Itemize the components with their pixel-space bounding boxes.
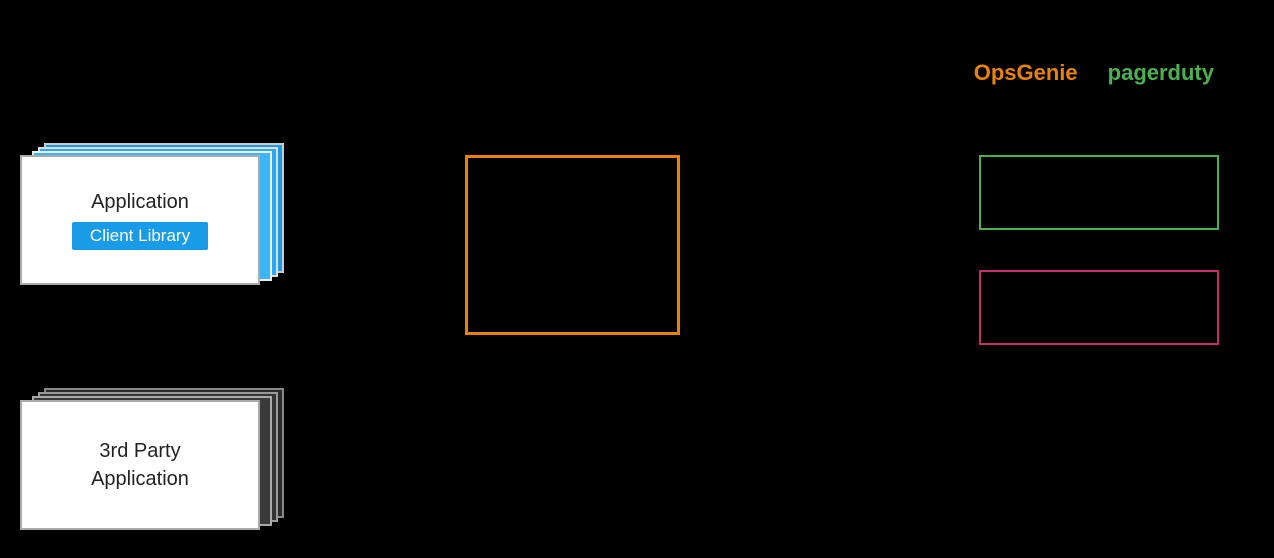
center-orange-box xyxy=(465,155,680,335)
top-labels: OpsGenie pagerduty xyxy=(974,60,1214,86)
application-front-paper: Application Client Library xyxy=(20,155,260,285)
opsgenie-box xyxy=(979,155,1219,230)
diagram-container: OpsGenie pagerduty Application Client Li… xyxy=(0,0,1274,558)
pagerduty-box xyxy=(979,270,1219,345)
opsgenie-label: OpsGenie xyxy=(974,60,1078,86)
application-stack: Application Client Library xyxy=(20,155,285,295)
pagerduty-label: pagerduty xyxy=(1108,60,1214,86)
client-library-badge: Client Library xyxy=(72,222,208,250)
third-party-label: 3rd Party Application xyxy=(91,437,189,493)
application-label: Application xyxy=(91,191,189,214)
third-party-front-paper: 3rd Party Application xyxy=(20,400,260,530)
third-party-stack: 3rd Party Application xyxy=(20,400,285,540)
